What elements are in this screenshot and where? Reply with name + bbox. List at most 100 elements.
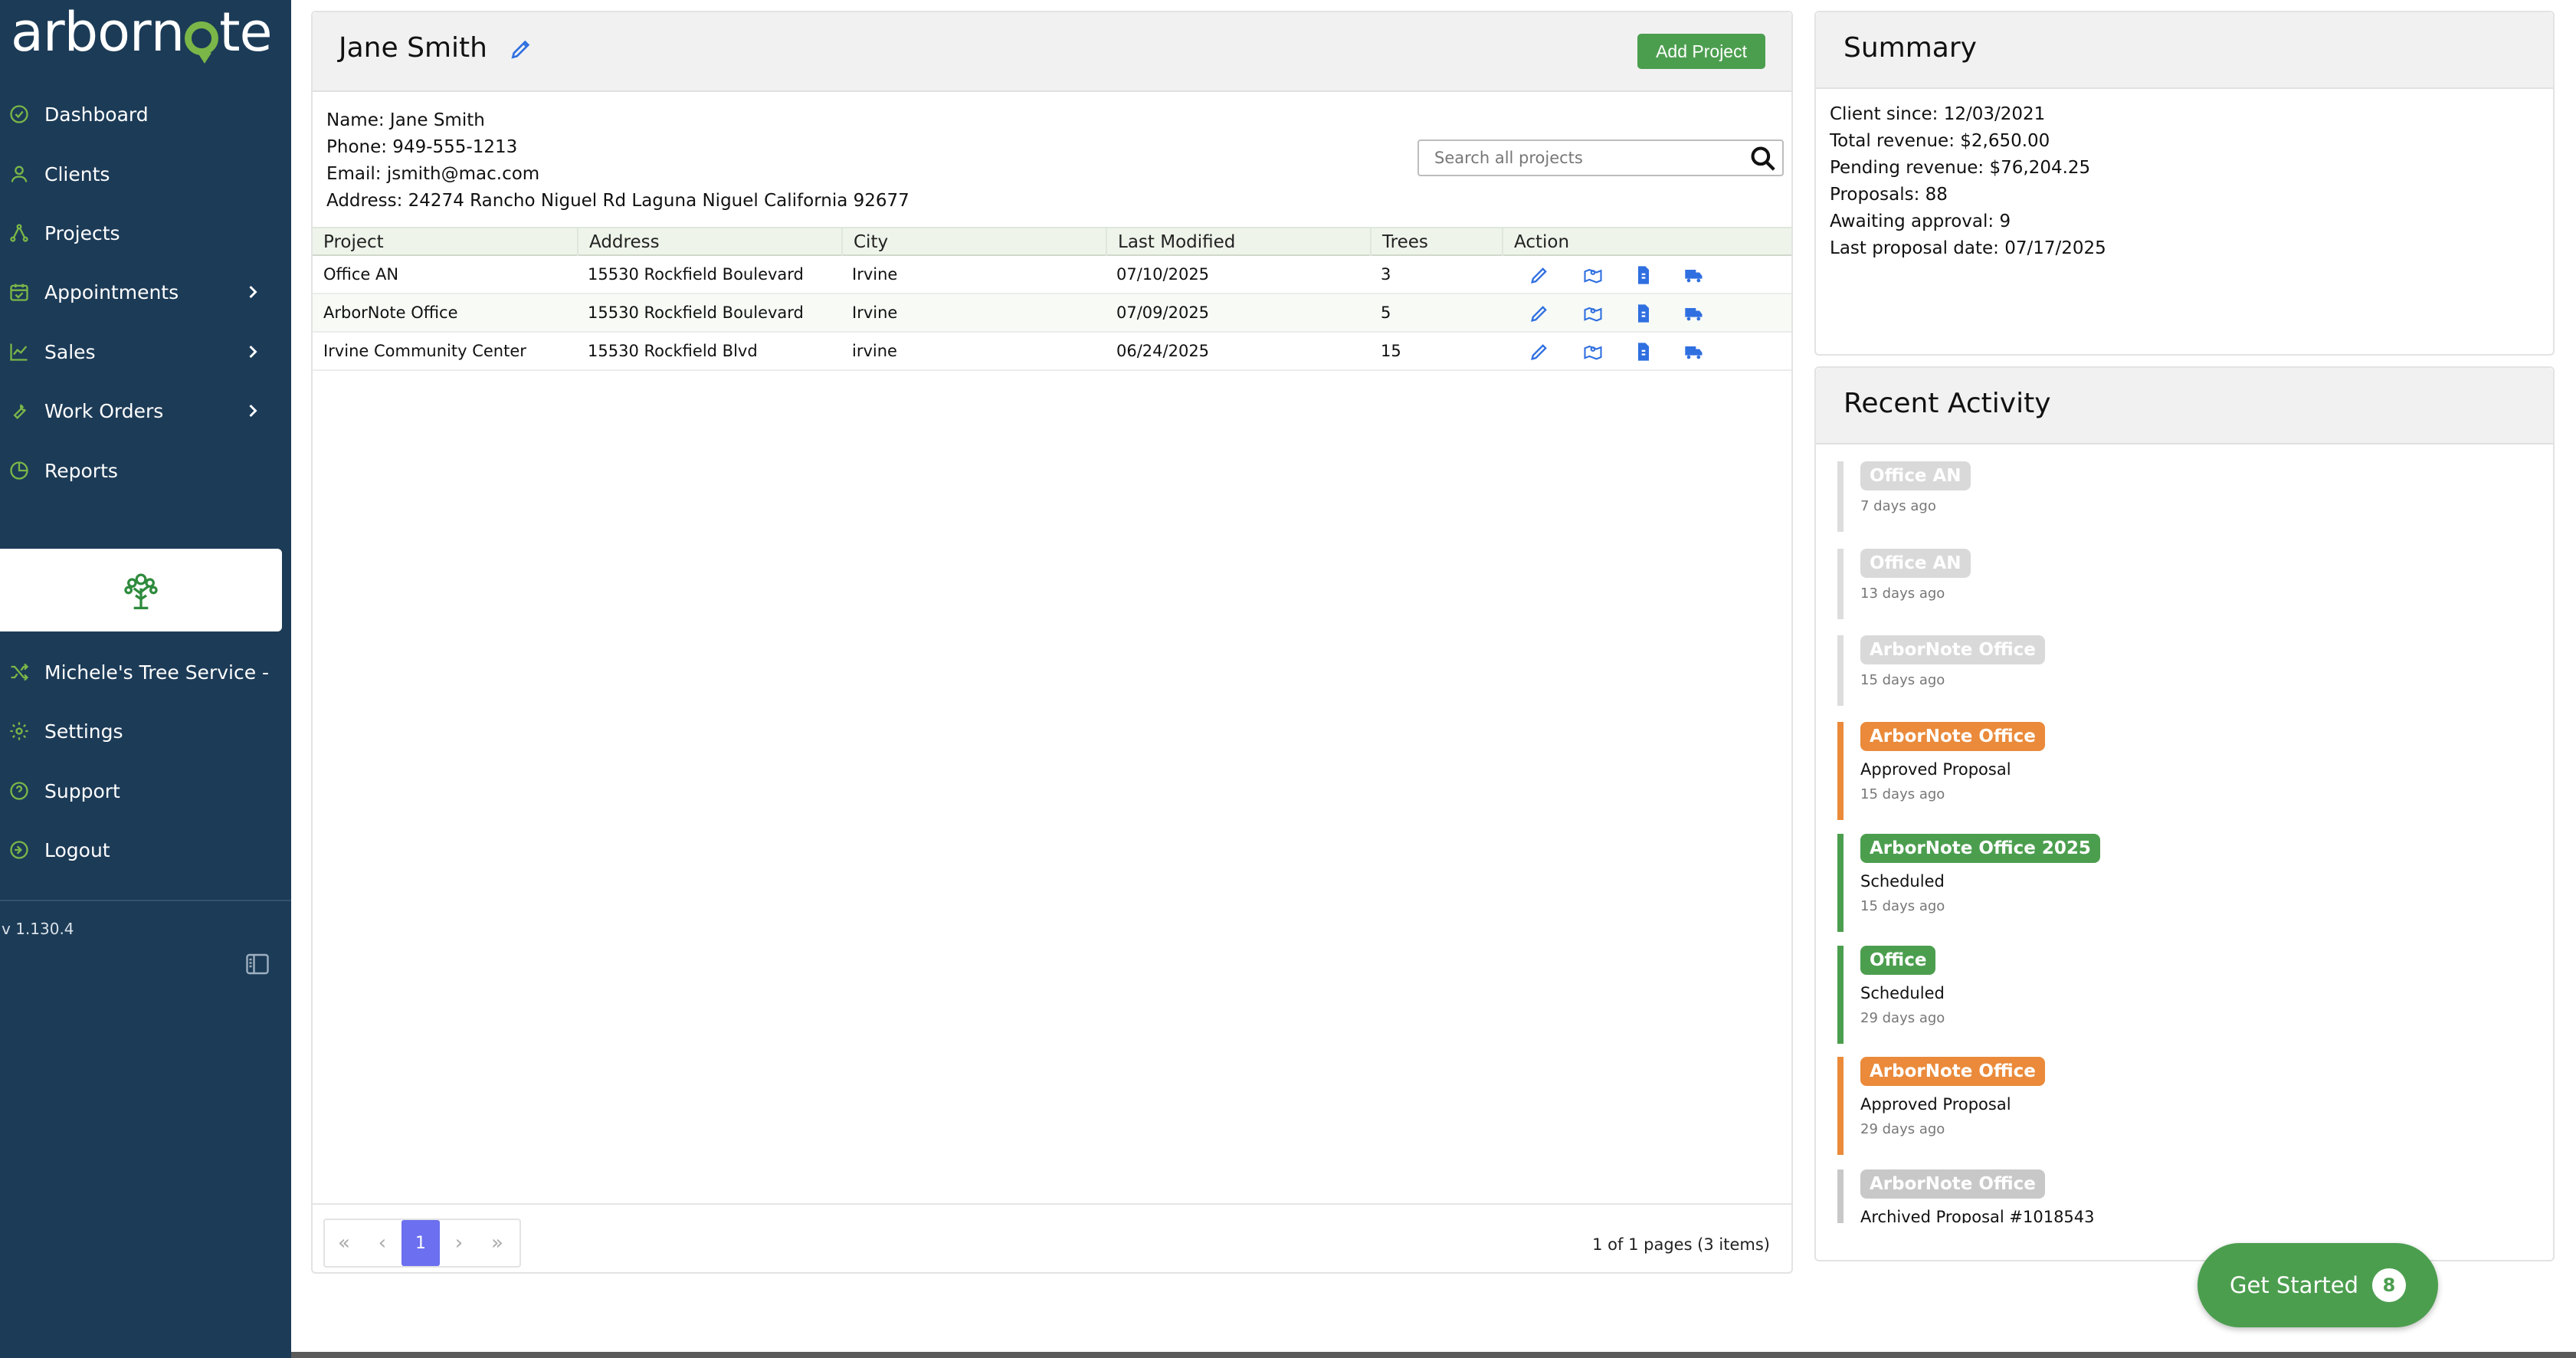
activity-tag[interactable]: Office AN <box>1860 461 1971 490</box>
recent-activity-header: Recent Activity <box>1816 368 2553 444</box>
nav-dashboard[interactable]: Dashboard <box>0 93 291 136</box>
table-header: Project Address City Last Modified Trees… <box>313 227 1791 256</box>
nav-sales[interactable]: Sales <box>0 330 291 373</box>
activity-time: 15 days ago <box>1860 672 1945 688</box>
add-project-button[interactable]: Add Project <box>1637 34 1765 69</box>
summary-line: Awaiting approval: 9 <box>1830 212 2011 231</box>
nav-settings[interactable]: Settings <box>0 710 291 753</box>
first-page-icon[interactable]: « <box>325 1220 363 1266</box>
activity-time: 15 days ago <box>1860 898 1945 914</box>
summary-details: Client since: 12/03/2021 Total revenue: … <box>1830 101 2106 262</box>
cell-last-modified: 06/24/2025 <box>1116 342 1210 360</box>
map-icon[interactable] <box>1581 302 1604 325</box>
column-header-project[interactable]: Project <box>313 228 384 256</box>
activity-tag[interactable]: Office AN <box>1860 549 1971 578</box>
activity-item[interactable]: ArborNote Office Approved Proposal 15 da… <box>1837 722 2527 820</box>
cell-project[interactable]: Irvine Community Center <box>313 333 526 369</box>
document-icon[interactable] <box>1632 264 1655 287</box>
activity-item[interactable]: Office AN 13 days ago <box>1837 549 2527 619</box>
search-input[interactable] <box>1419 141 1741 175</box>
map-icon[interactable] <box>1581 264 1604 287</box>
chart-icon <box>8 340 31 363</box>
sidebar-collapse-icon[interactable] <box>244 950 271 978</box>
nav-reports[interactable]: Reports <box>0 449 291 492</box>
last-page-icon[interactable]: » <box>478 1220 516 1266</box>
summary-line: Last proposal date: 07/17/2025 <box>1830 238 2106 258</box>
cell-project[interactable]: Office AN <box>313 256 398 293</box>
search-icon[interactable] <box>1748 144 1778 173</box>
activity-tag[interactable]: ArborNote Office 2025 <box>1860 834 2100 863</box>
edit-pencil-icon[interactable] <box>1528 340 1551 363</box>
cell-city: irvine <box>852 342 897 360</box>
column-header-address[interactable]: Address <box>577 228 660 256</box>
activity-item[interactable]: Office AN 7 days ago <box>1837 461 2527 532</box>
nav-appointments[interactable]: Appointments <box>0 271 291 313</box>
nav-work-orders[interactable]: Work Orders <box>0 389 291 432</box>
nav-projects[interactable]: Projects <box>0 212 291 254</box>
client-info-email: Email: jsmith@mac.com <box>326 164 540 184</box>
activity-time: 15 days ago <box>1860 786 1945 802</box>
pie-icon <box>8 459 31 482</box>
edit-pencil-icon[interactable] <box>1528 302 1551 325</box>
project-search <box>1417 139 1784 176</box>
nav-label: Michele's Tree Service - <box>44 661 270 684</box>
page-number-button[interactable]: 1 <box>401 1220 440 1266</box>
activity-tag[interactable]: ArborNote Office <box>1860 635 2045 664</box>
truck-icon[interactable] <box>1683 264 1706 287</box>
arbornote-logo[interactable]: arbor n te <box>11 1 273 64</box>
chevron-right-icon <box>249 285 257 299</box>
activity-tag[interactable]: ArborNote Office <box>1860 1169 2045 1199</box>
activity-list: Office AN 7 days ago Office AN 13 days a… <box>1837 455 2542 1306</box>
nav-label: Logout <box>44 838 110 861</box>
edit-pencil-icon[interactable] <box>509 37 533 61</box>
nav-logout[interactable]: Logout <box>0 828 291 871</box>
activity-item[interactable]: ArborNote Office 2025 Scheduled 15 days … <box>1837 834 2527 932</box>
summary-title: Summary <box>1844 32 1977 64</box>
activity-item[interactable]: ArborNote Office Approved Proposal 29 da… <box>1837 1057 2527 1155</box>
activity-tag[interactable]: ArborNote Office <box>1860 1057 2045 1086</box>
activity-tag[interactable]: Office <box>1860 946 1936 975</box>
activity-description: Scheduled <box>1860 872 1945 891</box>
dashboard-icon <box>8 103 31 126</box>
nav-company-switch[interactable]: Michele's Tree Service - <box>0 651 291 694</box>
pager-controls: « ‹ 1 › » <box>323 1219 521 1268</box>
column-header-last-modified[interactable]: Last Modified <box>1106 228 1235 256</box>
summary-card: Summary Client since: 12/03/2021 Total r… <box>1814 11 2555 356</box>
cell-trees: 5 <box>1381 303 1391 322</box>
truck-icon[interactable] <box>1683 302 1706 325</box>
client-header: Jane Smith Add Project <box>313 12 1791 92</box>
activity-item[interactable]: ArborNote Office Archived Proposal #1018… <box>1837 1169 2527 1223</box>
map-icon[interactable] <box>1581 340 1604 363</box>
summary-line: Pending revenue: $76,204.25 <box>1830 158 2091 178</box>
table-row[interactable]: ArborNote Office 15530 Rockfield Bouleva… <box>313 294 1791 333</box>
cell-last-modified: 07/09/2025 <box>1116 303 1210 322</box>
next-page-icon[interactable]: › <box>440 1220 478 1266</box>
projects-icon <box>8 221 31 244</box>
nav-label: Sales <box>44 340 96 363</box>
activity-tag[interactable]: ArborNote Office <box>1860 722 2045 751</box>
cell-project[interactable]: ArborNote Office <box>313 294 458 331</box>
truck-icon[interactable] <box>1683 340 1706 363</box>
activity-item[interactable]: ArborNote Office 15 days ago <box>1837 635 2527 706</box>
wrench-icon <box>8 399 31 422</box>
column-header-trees[interactable]: Trees <box>1370 228 1428 256</box>
nav-label: Work Orders <box>44 399 164 422</box>
nav-support[interactable]: Support <box>0 769 291 812</box>
activity-item[interactable]: Office Scheduled 29 days ago <box>1837 946 2527 1044</box>
nav-clients[interactable]: Clients <box>0 153 291 195</box>
company-logo-tile[interactable] <box>0 549 282 631</box>
activity-description: Approved Proposal <box>1860 1095 2011 1114</box>
edit-pencil-icon[interactable] <box>1528 264 1551 287</box>
shuffle-icon <box>8 661 31 684</box>
table-row[interactable]: Office AN 15530 Rockfield Boulevard Irvi… <box>313 256 1791 294</box>
table-row[interactable]: Irvine Community Center 15530 Rockfield … <box>313 333 1791 371</box>
client-name: Jane Smith <box>339 32 487 64</box>
map-pin-icon <box>185 21 219 64</box>
get-started-button[interactable]: Get Started 8 <box>2197 1243 2438 1327</box>
prev-page-icon[interactable]: ‹ <box>363 1220 401 1266</box>
cell-city: Irvine <box>852 303 898 322</box>
column-header-city[interactable]: City <box>841 228 888 256</box>
document-icon[interactable] <box>1632 302 1655 325</box>
document-icon[interactable] <box>1632 340 1655 363</box>
activity-time: 7 days ago <box>1860 498 1936 514</box>
